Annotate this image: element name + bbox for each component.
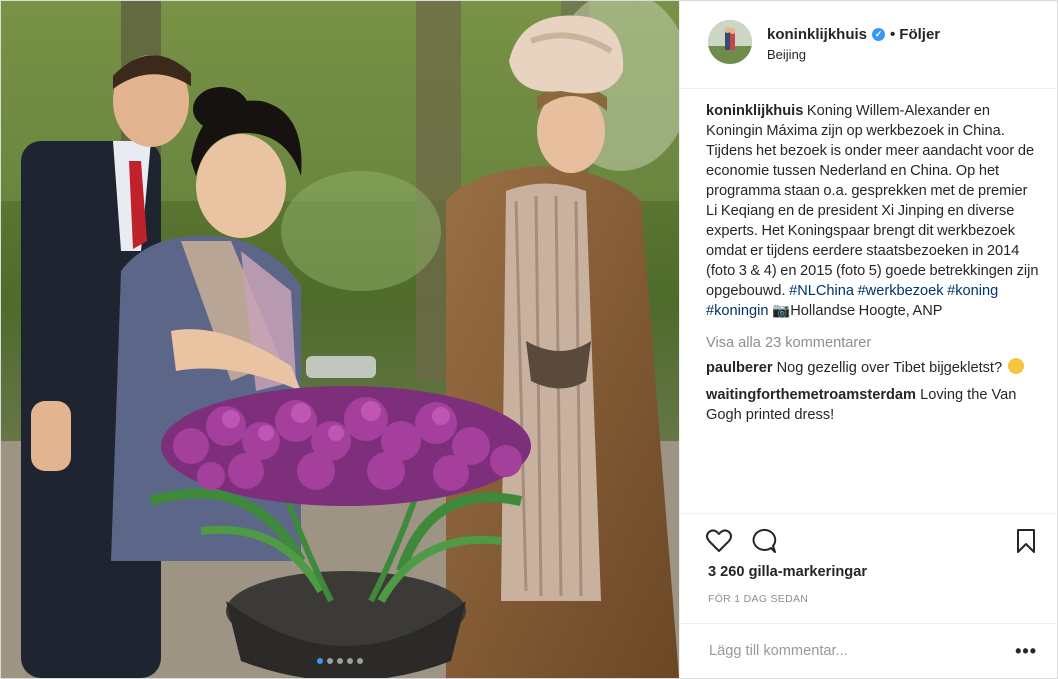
action-bar [680,513,1057,571]
avatar[interactable] [708,20,752,64]
carousel-dot[interactable] [347,658,353,664]
comment-item: paulberer Nog gezellig over Tibet bijgek… [706,358,1041,378]
username-link[interactable]: koninklijkhuis [767,26,867,43]
caption: koninklijkhuis Koning Willem-Alexander e… [706,101,1041,321]
hashtag-link[interactable]: #koningin [706,303,768,319]
post-timestamp[interactable]: FÖR 1 DAG SEDAN [708,593,808,605]
carousel-dot[interactable] [327,658,333,664]
add-comment-bar: ••• [680,623,1057,678]
more-icon[interactable]: ••• [1015,641,1037,662]
post-side-panel: koninklijkhuis ✓ • Följer Beijing konink… [679,1,1057,678]
post-photo[interactable] [1,1,679,678]
caption-credit: Hollandse Hoogte, ANP [790,303,943,319]
thinking-emoji-icon [1008,358,1025,374]
follow-button[interactable]: Följer [899,26,940,43]
verified-badge-icon: ✓ [872,28,886,41]
photo-image [1,1,679,678]
heart-icon[interactable] [704,526,734,556]
hashtag-link[interactable]: #NLChina [789,283,854,299]
comment-input[interactable] [707,642,1016,660]
bookmark-icon[interactable] [1011,526,1041,556]
camera-icon: 📷 [772,303,791,319]
carousel-dot[interactable] [337,658,343,664]
post-header: koninklijkhuis ✓ • Följer Beijing [680,1,1057,89]
comment-item: waitingforthemetroamsterdam Loving the V… [706,385,1041,425]
caption-text: Koning Willem-Alexander en Koningin Máxi… [706,103,1039,299]
carousel-dot[interactable] [357,658,363,664]
comment-username[interactable]: waitingforthemetroamsterdam [706,387,916,403]
follow-separator: • [890,26,896,43]
comment-username[interactable]: paulberer [706,360,773,376]
location-link[interactable]: Beijing [767,47,940,62]
caption-username[interactable]: koninklijkhuis [706,103,803,119]
carousel-dot[interactable] [317,658,323,664]
view-all-comments-link[interactable]: Visa alla 23 kommentarer [706,335,1041,351]
hashtag-link[interactable]: #werkbezoek [858,283,944,299]
instagram-post: koninklijkhuis ✓ • Följer Beijing konink… [0,0,1058,679]
comment-bubble-icon[interactable] [748,526,778,556]
comments-section: koninklijkhuis Koning Willem-Alexander e… [680,89,1057,509]
hashtag-link[interactable]: #koning [947,283,998,299]
carousel-dots [1,658,679,664]
comment-text: Nog gezellig over Tibet bijgekletst? [776,360,1003,376]
likes-count[interactable]: 3 260 gilla-markeringar [708,564,867,580]
